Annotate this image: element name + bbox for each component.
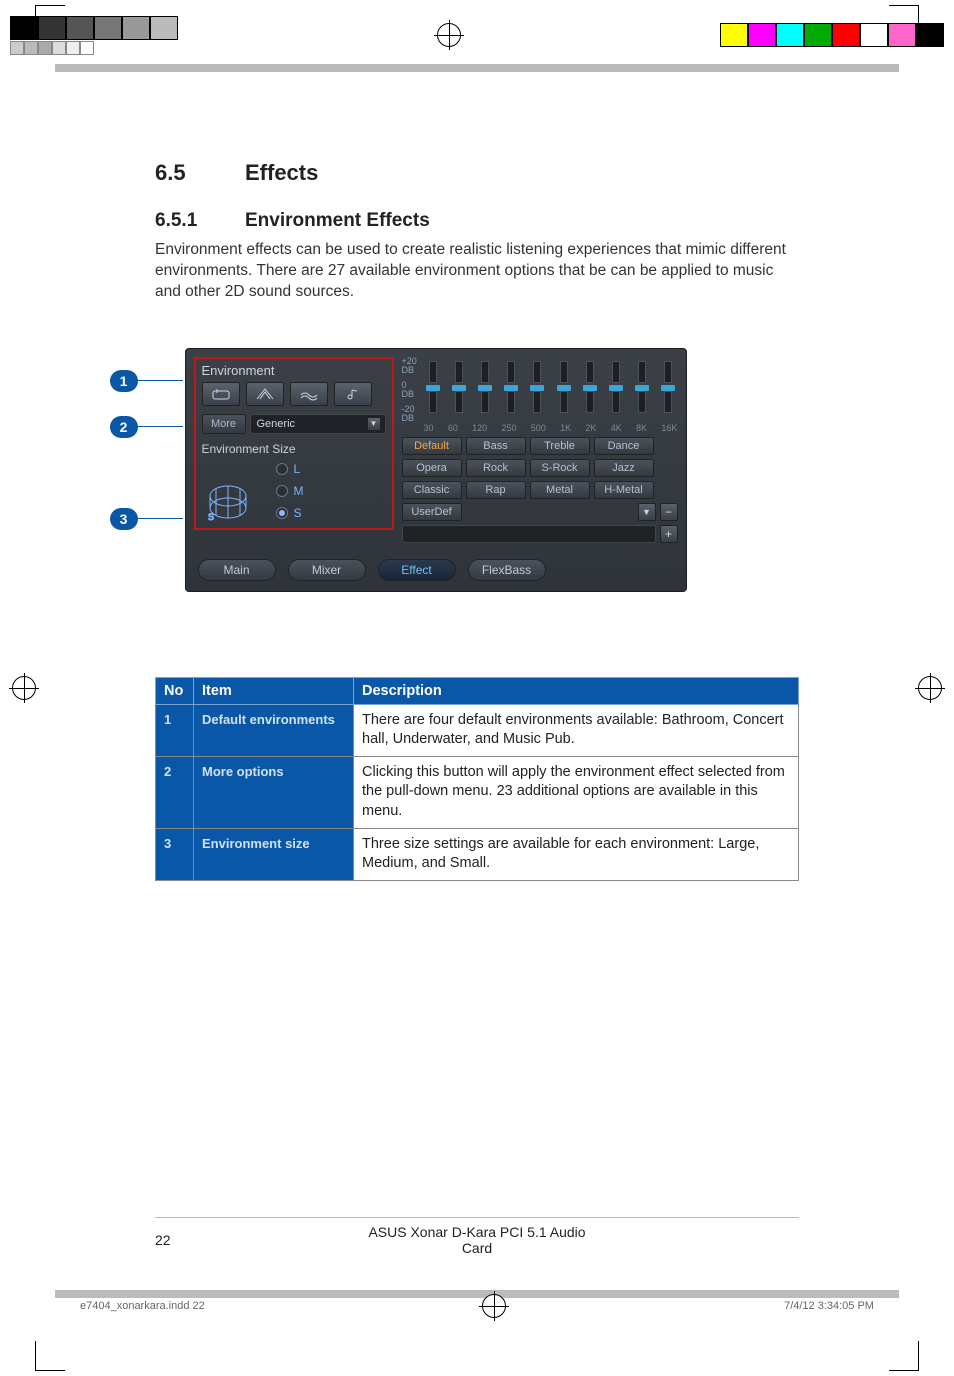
page-content: 6.5Effects 6.5.1Environment Effects Envi… [80,80,874,1276]
eq-slider[interactable] [635,361,649,415]
eq-freq-label: 4K [611,423,622,433]
env-musicpub-icon[interactable] [334,382,372,406]
body-paragraph: Environment effects can be used to creat… [155,240,799,303]
table-row: 2More optionsClicking this button will a… [156,756,799,828]
preset-h-metal[interactable]: H-Metal [594,481,654,499]
registration-mark-icon [482,1294,506,1318]
preset-s-rock[interactable]: S-Rock [530,459,590,477]
eq-freq-label: 30 [424,423,434,433]
row-item: More options [194,756,354,828]
preset-name-input[interactable] [402,525,656,543]
eq-freq-label: 2K [585,423,596,433]
eq-slider[interactable] [478,361,492,415]
eq-freq-label: 16K [661,423,677,433]
tab-mixer[interactable]: Mixer [288,559,366,581]
registration-mark-icon [918,676,942,700]
eq-slider[interactable] [557,361,571,415]
eq-slider[interactable] [530,361,544,415]
subsection-heading: 6.5.1Environment Effects [155,210,799,232]
preset-metal[interactable]: Metal [530,481,590,499]
tab-main[interactable]: Main [198,559,276,581]
row-desc: Three size settings are available for ea… [354,828,799,880]
preset-treble[interactable]: Treble [530,437,590,455]
equalizer[interactable]: +20 DB 0 DB -20 DB 30601202505001K2K4K8K… [402,357,678,435]
preset-rap[interactable]: Rap [466,481,526,499]
eq-slider[interactable] [609,361,623,415]
size-option-small[interactable]: S [276,506,304,520]
eq-slider[interactable] [504,361,518,415]
effects-panel: Environment [185,348,687,592]
row-item: Environment size [194,828,354,880]
tab-flexbass[interactable]: FlexBass [468,559,546,581]
preset-classic[interactable]: Classic [402,481,462,499]
environment-dropdown[interactable]: Generic ▼ [250,414,386,434]
preset-delete-button[interactable]: − [660,503,678,521]
indesign-slug: e7404_xonarkara.indd 22 7/4/12 3:34:05 P… [80,1294,874,1318]
tab-effect[interactable]: Effect [378,559,456,581]
callout-3: 3 [110,508,183,530]
preset-add-button[interactable]: + [660,525,678,543]
env-concerthall-icon[interactable] [246,382,284,406]
table-header-no: No [156,677,194,704]
eq-freq-label: 60 [448,423,458,433]
preset-opera[interactable]: Opera [402,459,462,477]
eq-freq-label: 1K [560,423,571,433]
row-no: 1 [156,704,194,756]
row-no: 2 [156,756,194,828]
print-registration-top [0,10,954,60]
row-desc: There are four default environments avai… [354,704,799,756]
size-option-medium[interactable]: M [276,484,304,498]
callout-1: 1 [110,370,183,392]
svg-text:S: S [208,512,214,522]
eq-freq-label: 120 [472,423,487,433]
size-option-large[interactable]: L [276,462,304,476]
registration-mark-icon [12,676,36,700]
chevron-down-icon: ▼ [367,417,381,431]
eq-freq-label: 500 [531,423,546,433]
description-table: No Item Description 1Default environment… [155,677,799,881]
preset-userdef[interactable]: UserDef [402,503,462,521]
eq-slider[interactable] [661,361,675,415]
table-header-desc: Description [354,677,799,704]
eq-freq-label: 250 [501,423,516,433]
eq-slider[interactable] [583,361,597,415]
preset-jazz[interactable]: Jazz [594,459,654,477]
preset-bass[interactable]: Bass [466,437,526,455]
row-no: 3 [156,828,194,880]
env-underwater-icon[interactable] [290,382,328,406]
table-row: 3Environment sizeThree size settings are… [156,828,799,880]
table-row: 1Default environmentsThere are four defa… [156,704,799,756]
callout-2: 2 [110,416,183,438]
section-heading: 6.5Effects [155,160,799,186]
row-desc: Clicking this button will apply the envi… [354,756,799,828]
row-item: Default environments [194,704,354,756]
environment-label: Environment [202,363,386,378]
more-button[interactable]: More [202,414,246,434]
preset-dance[interactable]: Dance [594,437,654,455]
env-bathroom-icon[interactable] [202,382,240,406]
room-wireframe-icon: S [202,460,262,522]
preset-rock[interactable]: Rock [466,459,526,477]
preset-dropdown[interactable]: ▼ [638,503,656,521]
eq-slider[interactable] [426,361,440,415]
page-footer: 22 ASUS Xonar D-Kara PCI 5.1 Audio Card [155,1217,799,1256]
eq-slider[interactable] [452,361,466,415]
preset-default[interactable]: Default [402,437,462,455]
environment-size-label: Environment Size [202,442,386,456]
table-header-item: Item [194,677,354,704]
eq-freq-label: 8K [636,423,647,433]
registration-mark-icon [437,23,461,47]
